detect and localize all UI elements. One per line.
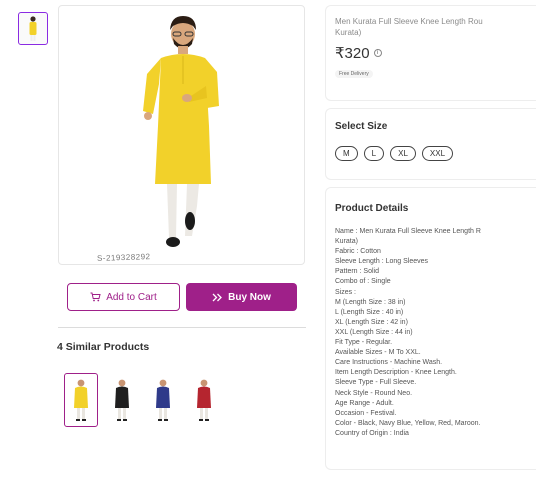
add-to-cart-label: Add to Cart [106,291,157,303]
product-detail-line: Name : Men Kurata Full Sleeve Knee Lengt… [335,228,481,235]
product-details-card: Product Details Name : Men Kurata Full S… [325,187,536,470]
select-size-title: Select Size [335,121,388,132]
product-summary-card: Men Kurata Full Sleeve Knee Length Rou K… [325,5,536,101]
product-detail-line: Country of Origin : India [335,429,409,437]
similar-product-image [156,379,170,421]
product-detail-line: Kurata) [335,238,358,246]
product-detail-line: Color - Black, Navy Blue, Yellow, Red, M… [335,419,481,427]
cart-icon [90,292,101,302]
product-detail-line: M (Length Size : 38 in) [335,298,406,306]
kurta-thumbnail-image [29,15,37,41]
product-detail-line: Fabric : Cotton [335,248,381,256]
product-detail-line: Neck Style - Round Neo. [335,389,413,397]
similar-product-thumb[interactable] [187,373,221,427]
product-detail-line: Available Sizes - M To XXL. [335,349,421,357]
price-value: ₹320 [335,45,370,62]
kurta-model-image [143,16,219,247]
similar-product-image [197,379,211,421]
product-title-line2: Kurata) [335,28,362,37]
buy-now-label: Buy Now [228,291,271,303]
size-chip-m[interactable]: M [335,146,358,161]
product-detail-line: Sleeve Length : Long Sleeves [335,258,429,266]
add-to-cart-button[interactable]: Add to Cart [67,283,180,311]
product-detail-line: Fit Type - Regular. [335,339,393,347]
product-detail-line: Sizes : [335,288,357,296]
double-chevron-right-icon [212,293,223,301]
product-details-list: Name : Men Kurata Full Sleeve Knee Lengt… [335,227,527,439]
product-detail-line: XL (Length Size : 42 in) [335,318,408,326]
product-detail-line: Sleeve Type - Full Sleeve. [335,379,417,387]
product-detail-line: Occasion - Festival. [335,409,397,417]
product-detail-line: Care Instructions - Machine Wash. [335,359,443,367]
product-detail-line: L (Length Size : 40 in) [335,308,404,316]
main-product-image[interactable]: S-219328292 [58,5,305,265]
product-details-title: Product Details [335,203,409,214]
product-price: ₹320 i [335,44,527,62]
size-chip-xl[interactable]: XL [390,146,416,161]
similar-product-thumb[interactable] [146,373,180,427]
similar-product-image [74,379,88,421]
info-icon[interactable]: i [373,49,382,57]
product-title-line1: Men Kurata Full Sleeve Knee Length Rou [335,17,483,26]
image-watermark: S-219328292 [96,252,151,263]
size-chip-l[interactable]: L [363,146,385,161]
product-detail-line: Pattern : Solid [335,268,379,276]
similar-products-list [64,373,221,427]
product-detail-line: XXL (Length Size : 44 in) [335,328,413,336]
product-thumbnail[interactable] [18,12,48,45]
free-delivery-badge: Free Delivery [335,70,373,78]
thumbnail-column [18,12,48,45]
product-detail-line: Combo of : Single [335,278,391,286]
similar-product-thumb[interactable] [105,373,139,427]
similar-product-image [115,379,129,421]
size-options: M L XL XXL [335,146,527,161]
size-selector-card: Select Size M L XL XXL [325,108,536,180]
similar-products-title: 4 Similar Products [57,341,150,353]
size-chip-xxl[interactable]: XXL [421,146,454,161]
buy-now-button[interactable]: Buy Now [186,283,297,311]
similar-product-thumb[interactable] [64,373,98,427]
section-divider [58,327,306,328]
product-detail-line: Item Length Description - Knee Length. [335,369,457,377]
product-detail-line: Age Range - Adult. [335,399,394,407]
